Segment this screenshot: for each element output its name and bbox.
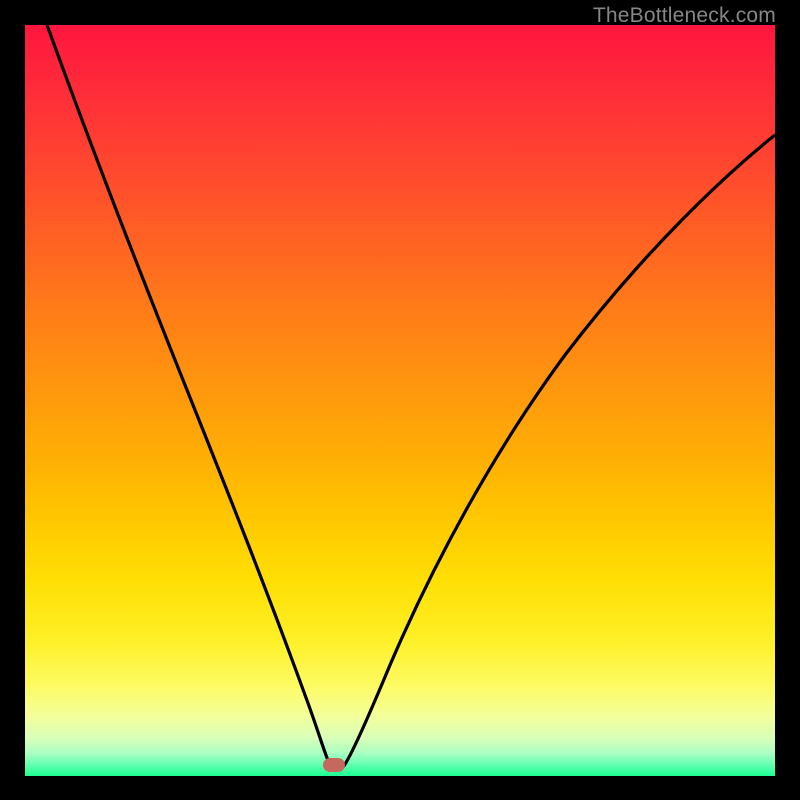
bottleneck-curve <box>47 25 775 767</box>
curve-svg <box>25 25 775 776</box>
chart-frame: TheBottleneck.com <box>0 0 800 800</box>
optimal-marker <box>323 758 345 772</box>
plot-area <box>25 25 775 776</box>
